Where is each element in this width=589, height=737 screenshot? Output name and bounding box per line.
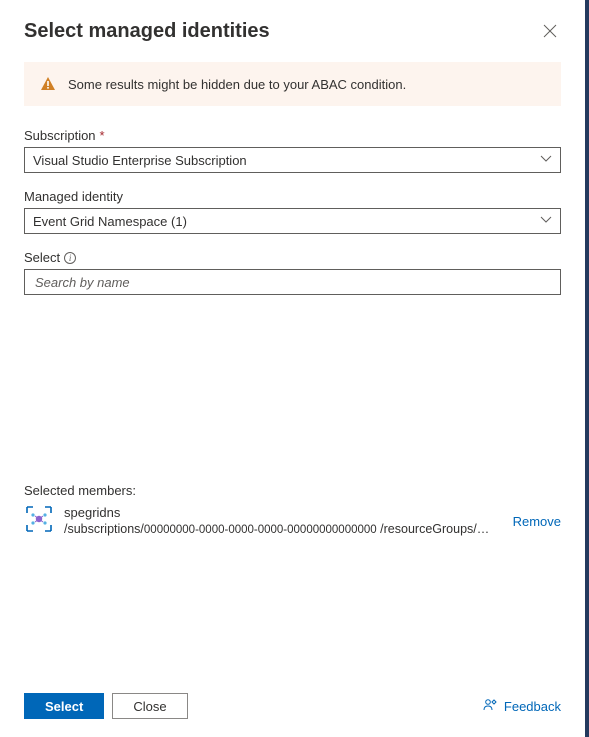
search-input[interactable]	[33, 274, 552, 291]
select-button[interactable]: Select	[24, 693, 104, 719]
page-title: Select managed identities	[24, 20, 270, 43]
close-button-footer[interactable]: Close	[112, 693, 187, 719]
subscription-label: Subscription *	[24, 128, 561, 143]
search-input-wrapper[interactable]	[24, 269, 561, 295]
feedback-link[interactable]: Feedback	[482, 698, 561, 714]
subscription-value: Visual Studio Enterprise Subscription	[33, 153, 247, 168]
select-label: Select i	[24, 250, 561, 265]
info-icon[interactable]: i	[64, 252, 76, 264]
managed-identity-label: Managed identity	[24, 189, 561, 204]
warning-icon	[40, 76, 56, 92]
close-button[interactable]	[539, 20, 561, 44]
remove-member-link[interactable]: Remove	[505, 514, 561, 529]
chevron-down-icon	[540, 214, 552, 229]
managed-identity-select[interactable]: Event Grid Namespace (1)	[24, 208, 561, 234]
member-path: /subscriptions/00000000-0000-0000-0000-0…	[64, 521, 495, 539]
alert-message: Some results might be hidden due to your…	[68, 77, 406, 92]
abac-warning-alert: Some results might be hidden due to your…	[24, 62, 561, 106]
chevron-down-icon	[540, 153, 552, 168]
close-icon	[543, 24, 557, 38]
subscription-select[interactable]: Visual Studio Enterprise Subscription	[24, 147, 561, 173]
selected-members-heading: Selected members:	[24, 483, 561, 498]
managed-identity-value: Event Grid Namespace (1)	[33, 214, 187, 229]
feedback-icon	[482, 698, 498, 714]
member-name: spegridns	[64, 504, 495, 522]
resource-icon	[24, 504, 54, 534]
selected-member-row: spegridns /subscriptions/00000000-0000-0…	[24, 504, 561, 539]
required-indicator: *	[100, 128, 105, 143]
